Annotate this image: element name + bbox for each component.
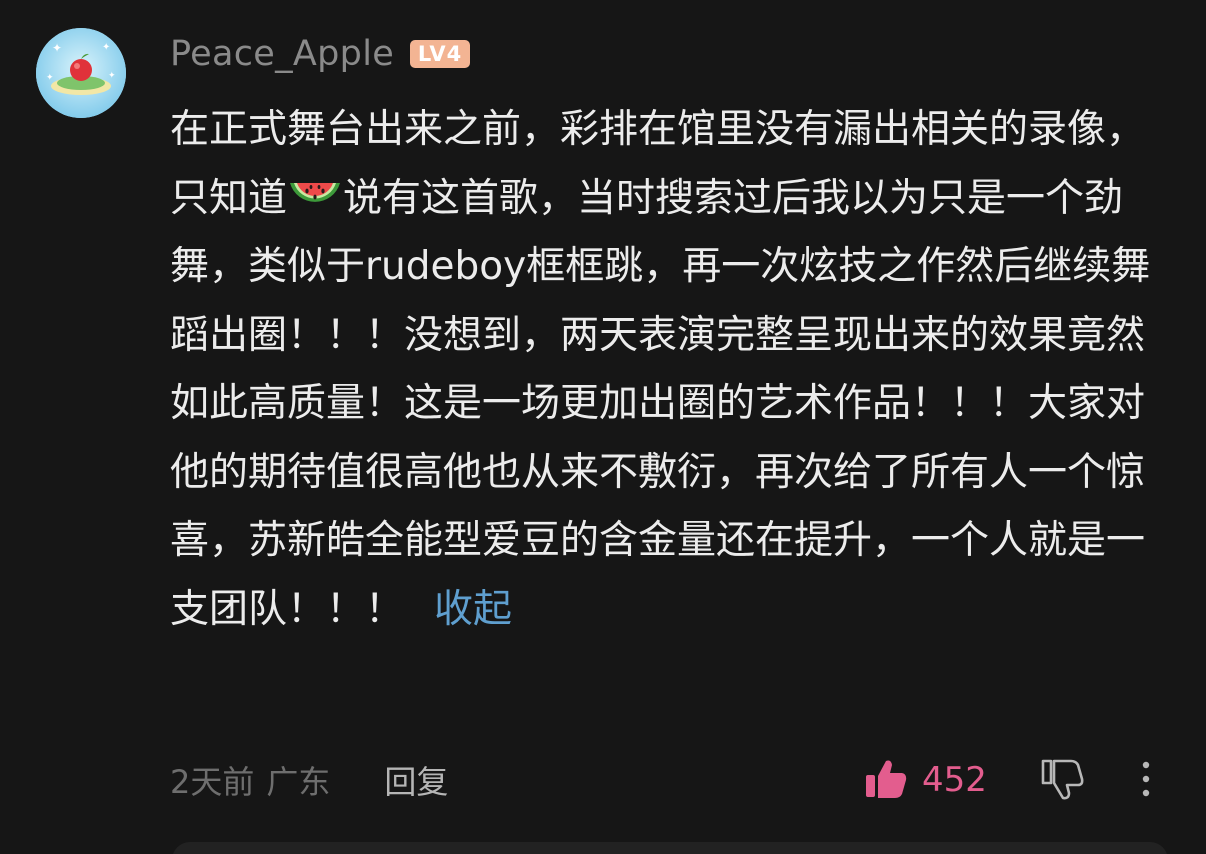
next-comment-card (172, 842, 1168, 854)
thumbs-down-icon[interactable] (1040, 757, 1084, 801)
comment-region: 广东 (266, 763, 331, 801)
watermelon-emoji-icon (290, 182, 341, 202)
user-avatar[interactable]: ✦ ✦ ✦ ✦ (36, 28, 126, 118)
user-header: Peace_Apple LV4 (170, 30, 471, 78)
reply-button[interactable]: 回复 (384, 757, 448, 803)
comment-time: 2天前 (170, 763, 255, 801)
more-vertical-icon[interactable] (1136, 757, 1156, 801)
comment-actions: 452 (860, 755, 1180, 805)
svg-text:✦: ✦ (102, 42, 110, 53)
comment-meta: 2天前 广东 回复 (170, 755, 448, 805)
comment-item: ✦ ✦ ✦ ✦ Peace_Apple LV4 在正式舞台出来之前，彩排在馆里没… (0, 0, 1206, 854)
username[interactable]: Peace_Apple (170, 34, 394, 74)
comment-text: 在正式舞台出来之前，彩排在馆里没有漏出相关的录像，只知道 说有这首歌，当时搜索过… (170, 96, 1170, 644)
thumbs-up-icon[interactable] (864, 757, 908, 801)
apple-island-avatar-icon: ✦ ✦ ✦ ✦ (36, 28, 126, 118)
collapse-link[interactable]: 收起 (434, 587, 512, 632)
like-count: 452 (922, 760, 987, 800)
svg-text:✦: ✦ (46, 73, 54, 83)
svg-text:✦: ✦ (108, 71, 116, 81)
level-badge: LV4 (410, 40, 471, 68)
svg-text:✦: ✦ (52, 41, 62, 55)
comment-text-part-2: 说有这首歌，当时搜索过后我以为只是一个劲舞，类似于rudeboy框框跳，再一次炫… (170, 175, 1151, 632)
